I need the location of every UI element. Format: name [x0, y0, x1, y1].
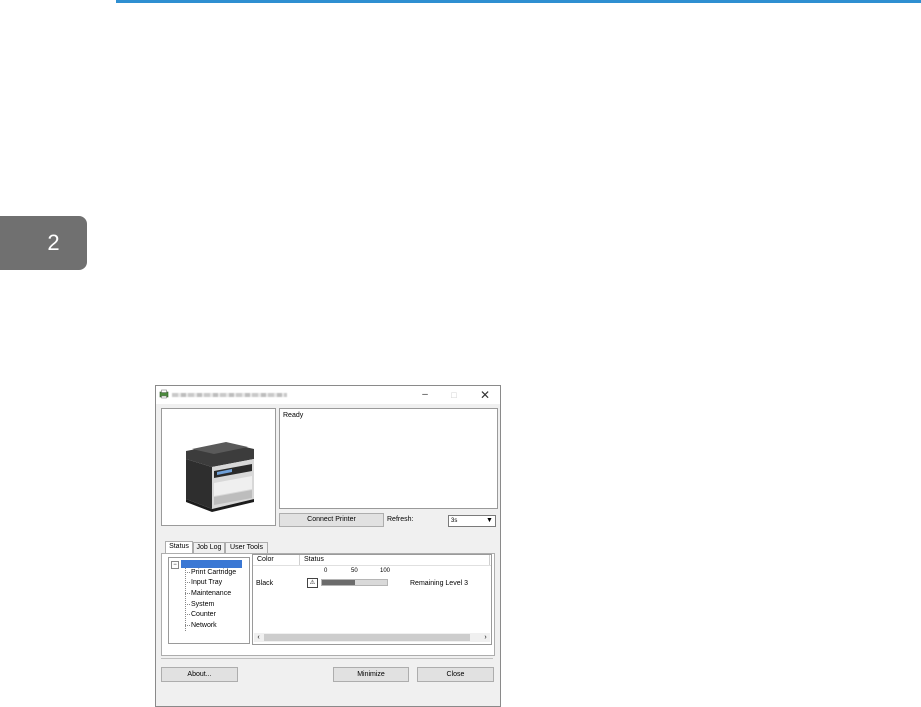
status-list: Color Status 0 50 100 Black ⚠ Remaining … — [252, 554, 492, 645]
column-divider[interactable] — [489, 555, 490, 565]
chapter-tab: 2 — [0, 216, 87, 270]
minimize-button[interactable]: Minimize — [333, 667, 409, 682]
tab-job-log[interactable]: Job Log — [193, 542, 225, 553]
toner-level-bar — [321, 579, 388, 586]
tree-item-system[interactable]: System — [185, 601, 214, 608]
toner-cartridge-icon: ⚠ — [307, 578, 318, 588]
tree-item-maintenance[interactable]: Maintenance — [185, 590, 231, 597]
tree-item-print-cartridge[interactable]: Print Cartridge — [185, 569, 236, 576]
toner-level-fill — [322, 580, 355, 585]
divider — [161, 658, 493, 659]
maximize-window-button[interactable]: □ — [443, 388, 465, 402]
scale-label-100: 100 — [380, 568, 391, 574]
minimize-window-button[interactable]: – — [414, 388, 436, 402]
scale-label-0: 0 — [324, 568, 328, 574]
tree-item-counter[interactable]: Counter — [185, 611, 216, 618]
refresh-interval-value: 3s — [451, 518, 458, 524]
window-title-redacted — [172, 393, 287, 397]
status-message: Ready — [283, 412, 304, 419]
printer-illustration — [186, 442, 254, 512]
remaining-level: Remaining Level 3 — [410, 580, 468, 587]
toner-color: Black — [256, 580, 274, 587]
chapter-number: 2 — [47, 230, 60, 255]
status-tab-panel: − Print Cartridge Input Tray Maintenance… — [161, 553, 495, 656]
tree-item-network[interactable]: Network — [185, 622, 217, 629]
horizontal-scrollbar[interactable]: ‹ › — [254, 633, 490, 642]
header-rule — [116, 0, 921, 3]
column-header-status[interactable]: Status — [304, 556, 324, 563]
column-divider[interactable] — [299, 555, 300, 565]
tree-root-selected[interactable] — [181, 560, 242, 568]
dropdown-arrow-icon[interactable]: ▼ — [484, 516, 495, 526]
scroll-thumb[interactable] — [264, 634, 470, 641]
scale-label-50: 50 — [351, 568, 358, 574]
status-tree[interactable]: − Print Cartridge Input Tray Maintenance… — [168, 557, 250, 644]
scroll-left-icon[interactable]: ‹ — [254, 633, 263, 642]
status-monitor-window: – □ ✕ Ready Connect Printer Refresh: 3s … — [155, 385, 501, 707]
tab-user-tools[interactable]: User Tools — [225, 542, 268, 553]
tree-item-input-tray[interactable]: Input Tray — [185, 579, 222, 586]
status-message-box: Ready — [279, 408, 498, 509]
refresh-interval-select[interactable]: 3s ▼ — [448, 515, 496, 527]
header-divider — [253, 565, 491, 566]
column-header-color[interactable]: Color — [257, 556, 274, 563]
close-window-button[interactable]: ✕ — [474, 388, 496, 402]
refresh-label: Refresh: — [387, 516, 414, 523]
scroll-right-icon[interactable]: › — [481, 633, 490, 642]
close-button[interactable]: Close — [417, 667, 494, 682]
title-bar: – □ ✕ — [156, 386, 500, 404]
connect-printer-button[interactable]: Connect Printer — [279, 513, 384, 527]
printer-image-panel — [161, 408, 276, 526]
collapse-icon[interactable]: − — [171, 561, 179, 569]
printer-app-icon — [159, 389, 169, 399]
about-button[interactable]: About... — [161, 667, 238, 682]
